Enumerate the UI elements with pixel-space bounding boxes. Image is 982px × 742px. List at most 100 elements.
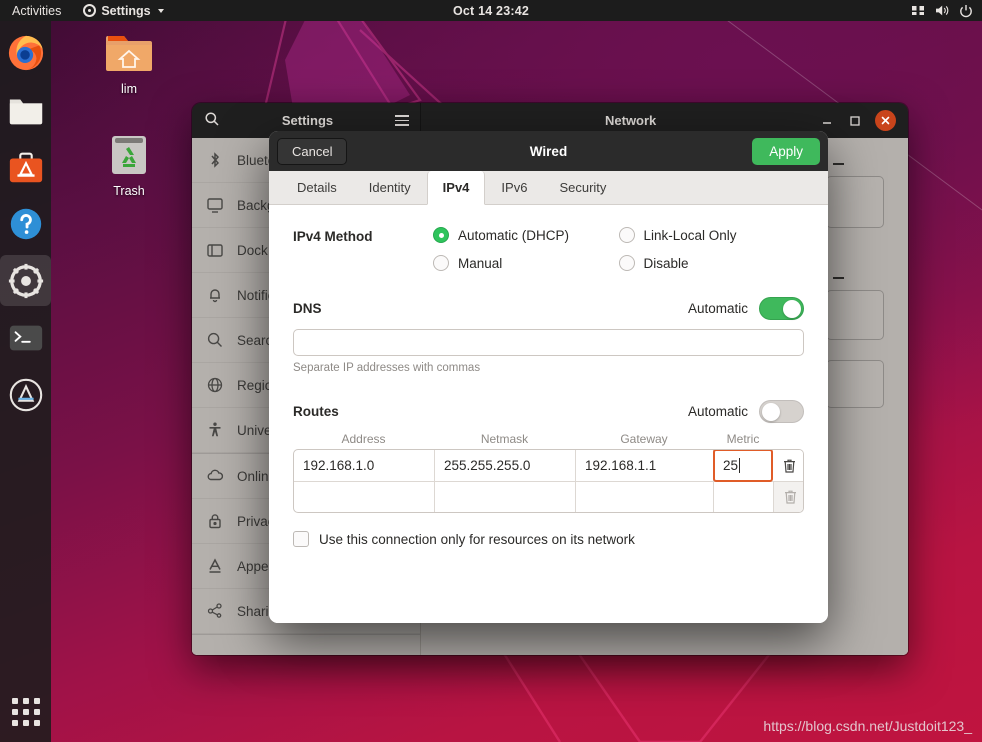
- route-delete-button[interactable]: [773, 450, 803, 481]
- amazon-a-circle-icon: [9, 378, 42, 411]
- lock-icon: [209, 514, 221, 529]
- accessibility-icon: [209, 422, 221, 437]
- route-address-cell[interactable]: 192.168.1.0: [294, 450, 435, 481]
- radio-indicator: [433, 255, 449, 271]
- restrict-connection-label: Use this connection only for resources o…: [319, 531, 635, 547]
- routes-automatic-toggle[interactable]: [759, 400, 804, 423]
- firefox-icon: [8, 35, 43, 70]
- radio-label: Manual: [458, 255, 503, 271]
- toggle-knob: [762, 402, 780, 421]
- dns-input[interactable]: [293, 329, 804, 356]
- column-header-gateway: Gateway: [620, 432, 668, 446]
- routes-section: Routes Automatic Address Netmask Gateway…: [293, 400, 804, 547]
- home-folder-icon: [106, 36, 152, 71]
- tab-details[interactable]: Details: [281, 171, 353, 204]
- desktop-icon-home-folder[interactable]: lim: [86, 26, 172, 96]
- tab-ipv4[interactable]: IPv4: [426, 171, 486, 205]
- dock-item-files[interactable]: [0, 84, 51, 135]
- folder-icon: [9, 99, 42, 124]
- help-icon: [10, 208, 41, 239]
- sidebar-item-label: Dock: [237, 242, 268, 258]
- restrict-connection-checkbox[interactable]: [293, 531, 309, 547]
- search-icon[interactable]: [204, 111, 220, 130]
- share-nodes-icon: [207, 603, 222, 618]
- app-menu-button[interactable]: Settings: [83, 3, 164, 18]
- route-netmask-cell[interactable]: 255.255.255.0: [435, 450, 576, 481]
- radio-label: Automatic (DHCP): [458, 227, 570, 243]
- activities-button[interactable]: Activities: [12, 4, 61, 18]
- restrict-connection-checkbox-row[interactable]: Use this connection only for resources o…: [293, 531, 804, 547]
- clock[interactable]: Oct 14 23:42: [453, 4, 529, 18]
- power-icon: [960, 4, 972, 17]
- panel-card: [826, 176, 884, 228]
- close-button[interactable]: [875, 110, 896, 131]
- radio-disable[interactable]: Disable: [618, 255, 805, 271]
- app-menu-label: Settings: [101, 3, 151, 18]
- route-metric-value: 25: [723, 458, 739, 473]
- dns-automatic-row: Automatic: [688, 297, 804, 320]
- ipv4-method-section: IPv4 Method Automatic (DHCP) Link-Local …: [293, 227, 804, 271]
- route-netmask-cell[interactable]: [435, 482, 576, 512]
- radio-label: Disable: [643, 255, 689, 271]
- routes-table: 192.168.1.0 255.255.255.0 192.168.1.1 25: [293, 449, 804, 513]
- volume-icon: [936, 5, 949, 16]
- route-address-cell[interactable]: [294, 482, 435, 512]
- panel-marker: [833, 163, 844, 165]
- desktop-icon-label: lim: [121, 82, 137, 96]
- tab-ipv6[interactable]: IPv6: [485, 171, 543, 204]
- dock-icon: [207, 244, 223, 257]
- watermark-text: https://blog.csdn.net/Justdoit123_: [763, 718, 972, 734]
- trash-icon: [784, 459, 795, 473]
- dock-item-help[interactable]: [0, 198, 51, 249]
- apply-button[interactable]: Apply: [752, 137, 820, 165]
- sidebar-divider: [192, 634, 420, 635]
- gnome-top-bar: Activities Settings Oct 14 23:42: [0, 0, 982, 21]
- radio-label: Link-Local Only: [643, 227, 737, 243]
- dock-item-terminal[interactable]: [0, 312, 51, 363]
- settings-page-title: Network: [605, 113, 657, 128]
- dns-automatic-label: Automatic: [687, 301, 748, 316]
- minimize-button[interactable]: [819, 113, 835, 129]
- desktop-icon-trash[interactable]: Trash: [86, 128, 172, 198]
- column-header-netmask: Netmask: [480, 432, 529, 446]
- search-icon: [207, 332, 222, 347]
- route-metric-cell[interactable]: 25: [713, 450, 773, 482]
- routes-automatic-row: Automatic: [688, 400, 804, 423]
- show-applications-button[interactable]: [0, 690, 51, 734]
- route-gateway-cell[interactable]: [576, 482, 714, 512]
- tab-identity[interactable]: Identity: [353, 171, 427, 204]
- radio-link-local-only[interactable]: Link-Local Only: [618, 227, 805, 243]
- maximize-button[interactable]: [847, 113, 863, 129]
- dock-item-software-center[interactable]: [0, 369, 51, 420]
- dialog-headerbar: Cancel Wired Apply: [269, 131, 828, 171]
- dock-item-ubuntu-software[interactable]: [0, 141, 51, 192]
- routes-header: Routes Automatic: [293, 400, 804, 423]
- dock-item-settings[interactable]: [0, 255, 51, 306]
- terminal-icon: [9, 325, 42, 350]
- settings-window-title: Settings: [281, 113, 334, 128]
- dns-automatic-toggle[interactable]: [759, 297, 804, 320]
- hamburger-menu-icon[interactable]: [394, 115, 409, 126]
- cancel-button[interactable]: Cancel: [277, 137, 348, 165]
- trash-icon: [112, 136, 146, 174]
- dock-item-firefox[interactable]: [0, 27, 51, 78]
- route-metric-cell[interactable]: [714, 482, 774, 512]
- wired-connection-dialog: Cancel Wired Apply Details Identity IPv4…: [269, 131, 828, 623]
- table-row: 192.168.1.0 255.255.255.0 192.168.1.1 25: [294, 450, 803, 482]
- route-delete-button[interactable]: [774, 482, 803, 512]
- radio-automatic-dhcp[interactable]: Automatic (DHCP): [433, 227, 619, 243]
- tab-security[interactable]: Security: [543, 171, 622, 204]
- bell-icon: [210, 289, 220, 303]
- ipv4-method-options: Automatic (DHCP) Link-Local Only Manual …: [433, 227, 804, 271]
- gear-icon: [83, 4, 97, 17]
- system-tray[interactable]: [911, 4, 973, 18]
- radio-indicator: [618, 255, 635, 271]
- bluetooth-icon: [211, 152, 220, 168]
- font-a-icon: [209, 558, 221, 573]
- radio-manual[interactable]: Manual: [433, 255, 619, 271]
- column-header-metric: Metric: [726, 432, 760, 446]
- panel-card: [826, 360, 884, 408]
- route-gateway-cell[interactable]: 192.168.1.1: [576, 450, 714, 481]
- trash-icon: [785, 490, 796, 504]
- keyboard-icon: [912, 6, 924, 15]
